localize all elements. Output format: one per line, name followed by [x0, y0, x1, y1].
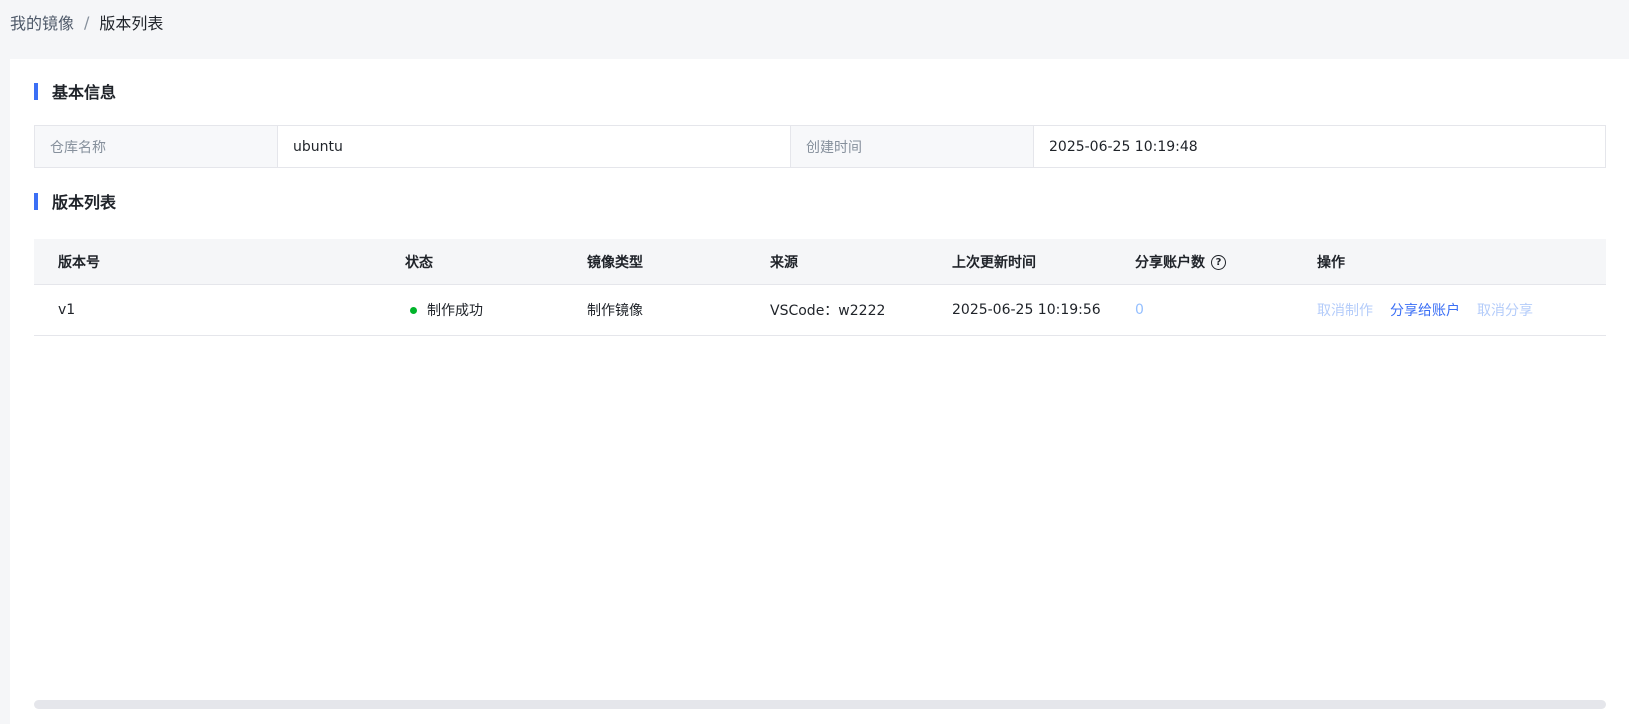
updated-at-cell: 2025-06-25 10:19:56 — [952, 302, 1101, 318]
col-header-source: 来源 — [770, 254, 798, 271]
image-type-cell: 制作镜像 — [587, 303, 643, 319]
version-list-title-text: 版本列表 — [52, 193, 117, 212]
section-accent-bar — [34, 192, 38, 210]
breadcrumb: 我的镜像 / 版本列表 — [10, 10, 163, 34]
cancel-build-button[interactable]: 取消制作 — [1317, 300, 1373, 320]
basic-info-table: 仓库名称 ubuntu 创建时间 2025-06-25 10:19:48 — [34, 125, 1606, 168]
col-header-updated-at: 上次更新时间 — [952, 254, 1036, 271]
table-row: v1 制作成功 制作镜像 VSCode：w2222 2025-06-25 10:… — [34, 285, 1606, 336]
share-count-cell: 0 — [1135, 302, 1317, 318]
source-cell: VSCode：w2222 — [770, 303, 886, 319]
repo-name-label: 仓库名称 — [35, 126, 278, 167]
col-header-share-count-text: 分享账户数 — [1135, 254, 1205, 271]
col-header-status: 状态 — [405, 254, 433, 271]
breadcrumb-separator: / — [84, 12, 90, 32]
col-header-version: 版本号 — [58, 254, 100, 271]
basic-info-title: 基本信息 — [34, 81, 117, 102]
status-dot-icon — [410, 306, 417, 314]
status-cell: 制作成功 — [405, 300, 587, 320]
actions-cell: 取消制作 分享给账户 取消分享 — [1317, 300, 1606, 320]
col-header-image-type: 镜像类型 — [587, 254, 643, 271]
content-panel: 基本信息 仓库名称 ubuntu 创建时间 2025-06-25 10:19:4… — [10, 59, 1629, 724]
horizontal-scrollbar[interactable] — [34, 700, 1606, 709]
created-time-label: 创建时间 — [791, 126, 1034, 167]
status-badge: 制作成功 — [405, 300, 587, 320]
help-icon[interactable]: ? — [1211, 255, 1226, 270]
repo-name-value: ubuntu — [278, 126, 791, 167]
share-to-account-button[interactable]: 分享给账户 — [1390, 300, 1460, 320]
cancel-share-button[interactable]: 取消分享 — [1477, 300, 1533, 320]
breadcrumb-parent-link[interactable]: 我的镜像 — [10, 10, 74, 34]
version-table: 版本号 状态 镜像类型 来源 上次更新时间 分享账户数? 操作 v1 制作成功 … — [34, 239, 1606, 336]
version-cell: v1 — [58, 302, 76, 318]
basic-info-title-text: 基本信息 — [52, 83, 117, 102]
status-text: 制作成功 — [427, 303, 483, 319]
col-header-share-count: 分享账户数? — [1135, 252, 1317, 272]
created-time-value: 2025-06-25 10:19:48 — [1034, 126, 1605, 167]
breadcrumb-current: 版本列表 — [99, 14, 164, 33]
version-table-header: 版本号 状态 镜像类型 来源 上次更新时间 分享账户数? 操作 — [34, 239, 1606, 285]
version-list-title: 版本列表 — [34, 191, 117, 212]
share-count-link[interactable]: 0 — [1135, 302, 1144, 318]
col-header-actions: 操作 — [1317, 254, 1345, 271]
section-accent-bar — [34, 82, 38, 100]
